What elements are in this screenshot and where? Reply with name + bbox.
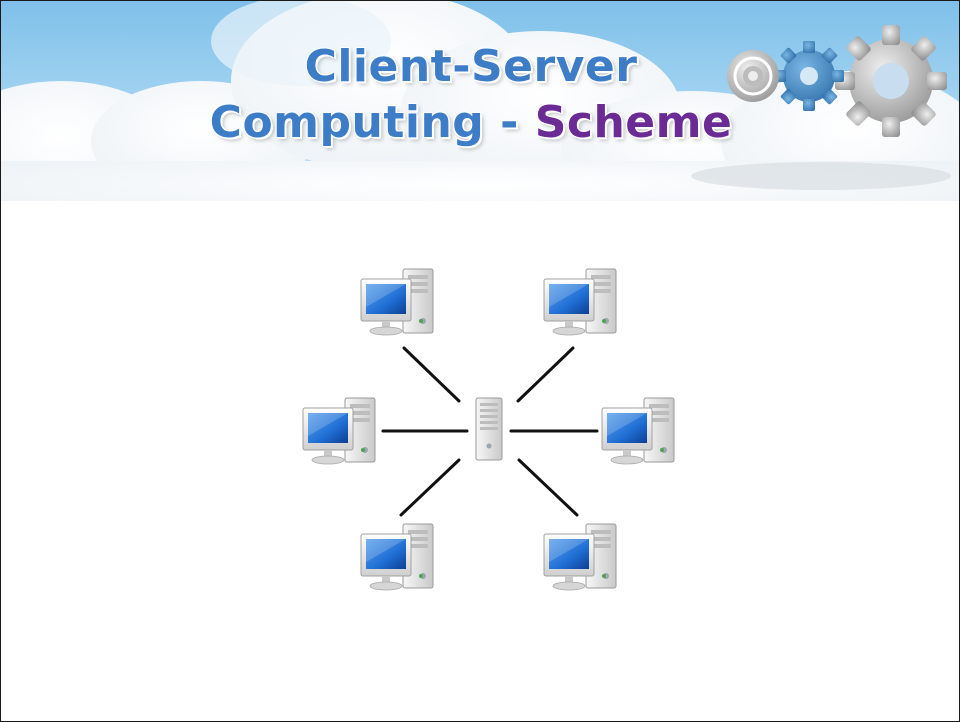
link-top-left (402, 346, 461, 403)
computer-icon (543, 268, 617, 336)
computer-icon (601, 397, 675, 465)
server-icon (475, 397, 503, 461)
network-diagram (302, 268, 675, 591)
computer-icon (360, 523, 434, 591)
computer-icon (360, 268, 434, 336)
link-bottom-left (399, 458, 461, 517)
link-top-right (516, 346, 575, 403)
computer-icon (302, 397, 376, 465)
link-bottom-right (517, 458, 579, 517)
computer-icon (543, 523, 617, 591)
slide: Client-Server Computing - Scheme (0, 0, 960, 722)
